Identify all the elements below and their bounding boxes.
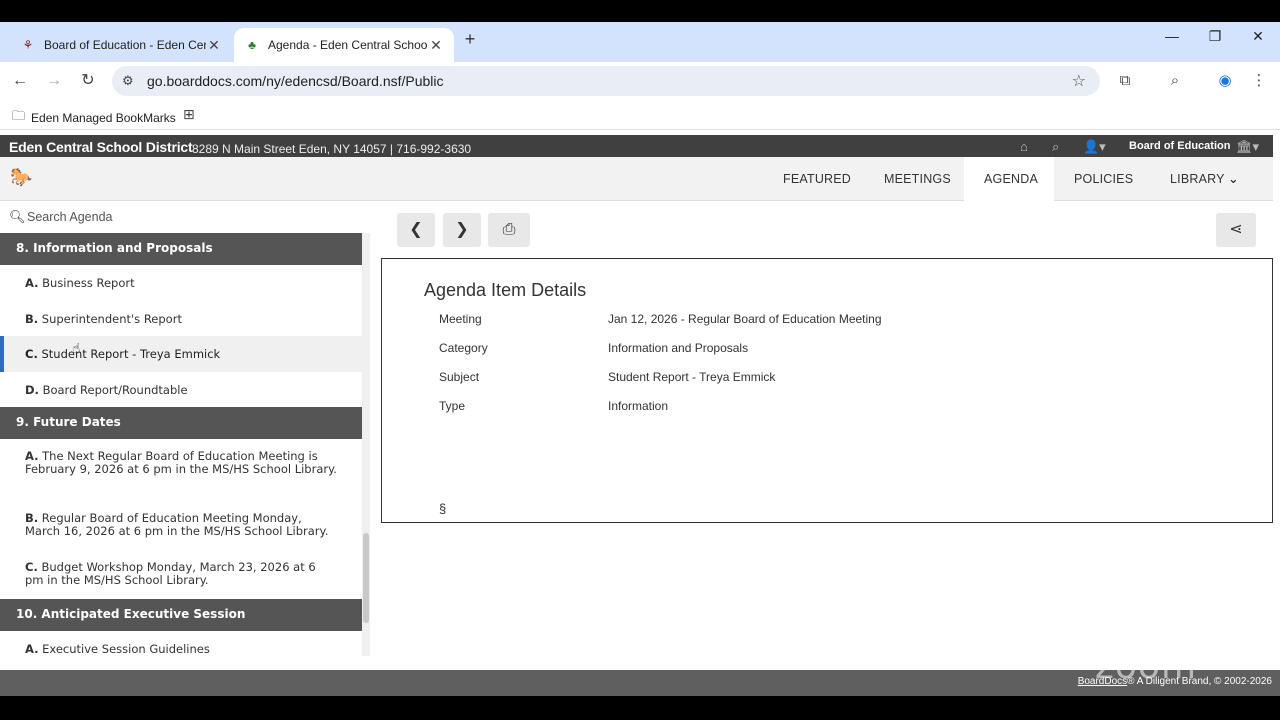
close-window-icon[interactable]: ✕ [1243,28,1273,45]
item-text: Regular Board of Education Meeting Monda… [25,511,329,538]
print-button[interactable]: ⎙ [488,213,530,247]
search-icon: 🔍︎ [9,209,26,224]
nav-tab-policies[interactable]: POLICIES [1054,157,1153,201]
item-letter: C. [25,347,38,361]
item-text: Board Report/Roundtable [42,383,188,397]
url-text[interactable]: go.boarddocs.com/ny/edencsd/Board.nsf/Pu… [147,73,444,89]
profile-icon[interactable]: ◉ [1214,70,1236,92]
nav-tab-library[interactable]: LIBRARY ⌄ [1150,157,1259,201]
nav-tab-featured[interactable]: FEATURED [763,157,871,201]
institution-icon[interactable]: 🏛▾ [1236,139,1259,155]
previous-item-button[interactable]: ❮ [397,213,435,247]
tab-title: Board of Education - Eden Cent [44,38,206,52]
agenda-item-executive-guidelines[interactable]: A. Executive Session Guidelines [0,631,362,656]
page-content: Eden Central School District 8289 N Main… [0,130,1280,696]
close-tab-icon[interactable]: ✕ [206,37,222,54]
tab-title: Agenda - Eden Central School D [268,38,428,52]
share-button[interactable]: ⋖ [1216,213,1256,247]
agenda-section-header[interactable]: 8. Information and Proposals [0,233,362,265]
agenda-section-header[interactable]: 9. Future Dates [0,407,362,439]
detail-value: Jan 12, 2026 - Regular Board of Educatio… [608,312,882,326]
item-text: Student Report - Treya Emmick [41,347,221,361]
detail-value: Student Report - Treya Emmick [608,370,776,384]
item-text: Business Report [42,276,135,290]
address-bar[interactable]: ⚙ go.boarddocs.com/ny/edencsd/Board.nsf/… [112,66,1100,96]
home-icon[interactable]: ⌂ [1020,139,1028,154]
item-letter: A. [25,449,39,463]
close-tab-icon[interactable]: ✕ [428,37,444,54]
mouse-cursor-icon: ☝ [72,340,81,356]
item-letter: D. [25,383,39,397]
agenda-item-student-report[interactable]: C. Student Report - Treya Emmick [0,336,362,372]
user-dropdown-icon[interactable]: 👤▾ [1083,139,1106,155]
extensions-icon[interactable]: ⧉ [1114,70,1136,92]
page-footer: BoardDocs® A Diligent Brand, © 2002-2026 [0,670,1280,696]
agenda-item-next-meeting[interactable]: A. The Next Regular Board of Education M… [0,450,362,500]
agenda-search: 🔍︎ [0,201,362,233]
item-text: Superintendent's Report [41,312,182,326]
site-header-bar: Eden Central School District 8289 N Main… [0,135,1273,157]
nav-tab-agenda[interactable]: AGENDA [964,157,1054,201]
detail-label: Meeting [439,312,482,326]
bookmark-star-icon[interactable]: ☆ [1072,71,1086,91]
scrollbar-thumb[interactable] [363,533,369,623]
bookmark-label: Eden Managed BookMarks [31,111,176,125]
search-agenda-input[interactable] [27,208,347,226]
agenda-item-board-report[interactable]: D. Board Report/Roundtable [0,372,362,407]
chevron-down-icon: ⌄ [1228,172,1239,186]
minimize-icon[interactable]: — [1157,28,1187,44]
zoom-watermark: zoom [1095,646,1198,687]
next-item-button[interactable]: ❯ [443,213,481,247]
bookmarks-bar: 🗀 Eden Managed BookMarks ⊞ [0,100,1280,130]
detail-value: Information [608,399,669,413]
forward-icon[interactable]: → [43,70,65,92]
details-heading: Agenda Item Details [424,280,587,300]
nav-tab-meetings[interactable]: MEETINGS [864,157,971,201]
agenda-scrollbar[interactable] [362,233,370,656]
agenda-item-budget-workshop[interactable]: C. Budget Workshop Monday, March 23, 202… [0,561,362,597]
detail-value: Information and Proposals [608,341,749,355]
search-icon[interactable]: ⌕ [1052,139,1059,155]
agenda-item-business-report[interactable]: A. Business Report [0,265,362,301]
item-letter: B. [25,312,39,326]
section-mark: § [439,501,447,516]
agenda-section-header[interactable]: 10. Anticipated Executive Session [0,599,362,631]
item-text: Executive Session Guidelines [42,642,210,656]
menu-kebab-icon[interactable]: ⋮ [1248,70,1270,92]
detail-label: Subject [439,370,480,384]
apps-grid-icon[interactable]: ⊞ [183,106,195,123]
district-name: Eden Central School District [9,139,193,155]
detail-label: Type [439,399,466,413]
board-name[interactable]: Board of Education [1129,140,1230,152]
detail-label: Category [439,341,488,355]
item-letter: C. [25,560,38,574]
managed-folder-icon: 🗀 [12,108,26,123]
district-address: 8289 N Main Street Eden, NY 14057 | 716-… [192,142,472,156]
agenda-list: 8. Information and Proposals A. Business… [0,233,362,656]
tree-favicon-icon: ♣ [248,38,256,52]
library-label: LIBRARY [1170,172,1225,186]
item-text: The Next Regular Board of Education Meet… [25,449,337,476]
item-letter: A. [25,642,39,656]
tab-search-icon[interactable]: ⌕ [1164,70,1186,92]
agenda-item-details: Agenda Item Details Meeting Jan 12, 2026… [381,258,1273,523]
browser-toolbar: ← → ↻ ⚙ go.boarddocs.com/ny/edencsd/Boar… [0,62,1280,100]
reload-icon[interactable]: ↻ [77,70,99,92]
back-icon[interactable]: ← [9,70,31,92]
new-tab-button[interactable]: + [460,29,480,53]
bookmark-folder-eden[interactable]: 🗀 Eden Managed BookMarks [12,107,176,129]
agenda-item-superintendent-report[interactable]: B. Superintendent's Report [0,301,362,336]
main-navbar: 🐎 FEATURED MEETINGS AGENDA POLICIES LIBR… [0,157,1273,201]
site-settings-icon[interactable]: ⚙ [122,73,134,89]
agenda-item-march-16-meeting[interactable]: B. Regular Board of Education Meeting Mo… [0,512,362,548]
item-text: Budget Workshop Monday, March 23, 2026 a… [25,560,316,587]
boarddocs-favicon-icon: ⚘ [22,38,34,52]
item-letter: A. [25,276,39,290]
browser-tab-agenda[interactable]: ♣ Agenda - Eden Central School D ✕ [234,28,454,62]
item-letter: B. [25,511,39,525]
district-logo-icon[interactable]: 🐎 [10,167,34,189]
browser-tabstrip: ⚘ Board of Education - Eden Cent ✕ ♣ Age… [0,22,1280,62]
browser-tab-board-of-education[interactable]: ⚘ Board of Education - Eden Cent ✕ [10,28,232,62]
restore-icon[interactable]: ❐ [1200,28,1230,45]
